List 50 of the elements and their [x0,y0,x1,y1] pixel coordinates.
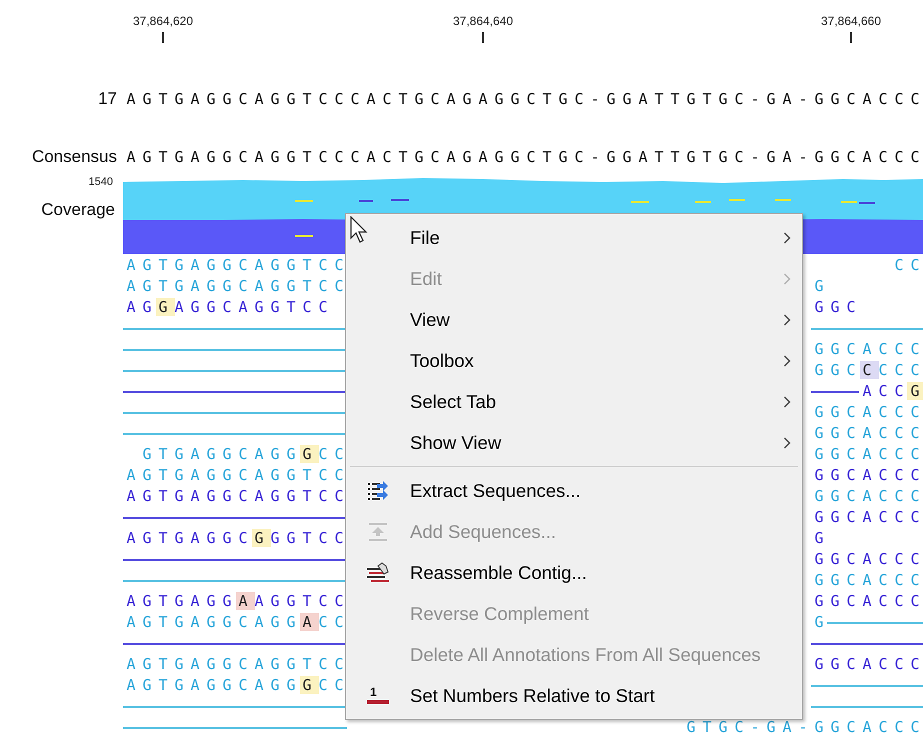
ruler-label: 37,864,640 [452,14,514,28]
read-sequence: GGCACCC [814,424,923,443]
insert-icon [367,520,389,542]
coverage-label: Coverage [41,200,115,220]
read-sequence: AG G AGGCAGGTCC [126,298,335,317]
ruler-label: 37,864,660 [820,14,882,28]
read-sequence: GGCACCC [814,550,923,569]
menu-item[interactable]: View [346,299,802,340]
ruler-tick [162,32,164,43]
read-sequence: GGC [814,298,863,317]
coverage-max-label: 1540 [88,176,114,188]
chevron-right-icon [783,272,791,284]
chevron-right-icon [783,232,791,244]
read-sequence: G [814,277,831,296]
read-sequence: G [814,529,831,548]
chevron-right-icon [783,354,791,366]
chevron-right-icon [783,436,791,448]
consensus-sequence: AGTGAGGCAGGTCCCACTGCAGAGGCTGC-GGATTGTGC-GA-GGCACCC [126,148,923,166]
ruler-tick [482,32,484,43]
read-sequence: GGCACCC [814,340,923,359]
read-sequence: GGCACCC [814,508,923,527]
read-sequence: GGCACCC [814,466,923,485]
read-sequence: GTGC-GA- [685,718,814,734]
chevron-right-icon [783,396,791,408]
read-sequence: GGCACCC [814,718,923,734]
read-sequence: CC [893,256,923,275]
list-arrows-icon [367,480,389,502]
menu-item[interactable]: 1 Set Numbers Relative to Start [346,675,802,716]
reassemble-icon [366,562,390,584]
menu-item[interactable]: Show View [346,422,802,463]
read-sequence: GGCACCC [814,487,923,506]
reference-sequence: AGTGAGGCAGGTCCCACTGCAGAGGCTGC-GGATTGTGC-GA-GGCACCC [126,90,923,108]
read-sequence: G [814,613,831,632]
ruler-tick [850,32,852,43]
sequence-name: 17 [97,89,118,109]
cursor-icon [350,216,368,244]
read-sequence: GGCACCC [814,655,923,674]
menu-item[interactable]: Select Tab [346,381,802,422]
read-sequence: ACC G [861,382,923,401]
chevron-right-icon [783,314,791,326]
ruler-label: 37,864,620 [132,14,194,28]
consensus-label: Consensus [30,147,118,167]
read-sequence: GGC C CCC [814,361,923,380]
menu-item[interactable]: Toolbox [346,340,802,381]
read-sequence: GGCACCC [814,571,923,590]
read-sequence: GGCACCC [814,403,923,422]
read-sequence: GGCACCC [814,445,923,464]
menu-item[interactable]: Reassemble Contig... [346,552,802,593]
menu-item[interactable]: File [346,217,802,258]
read-sequence: GGCACCC [814,592,923,611]
